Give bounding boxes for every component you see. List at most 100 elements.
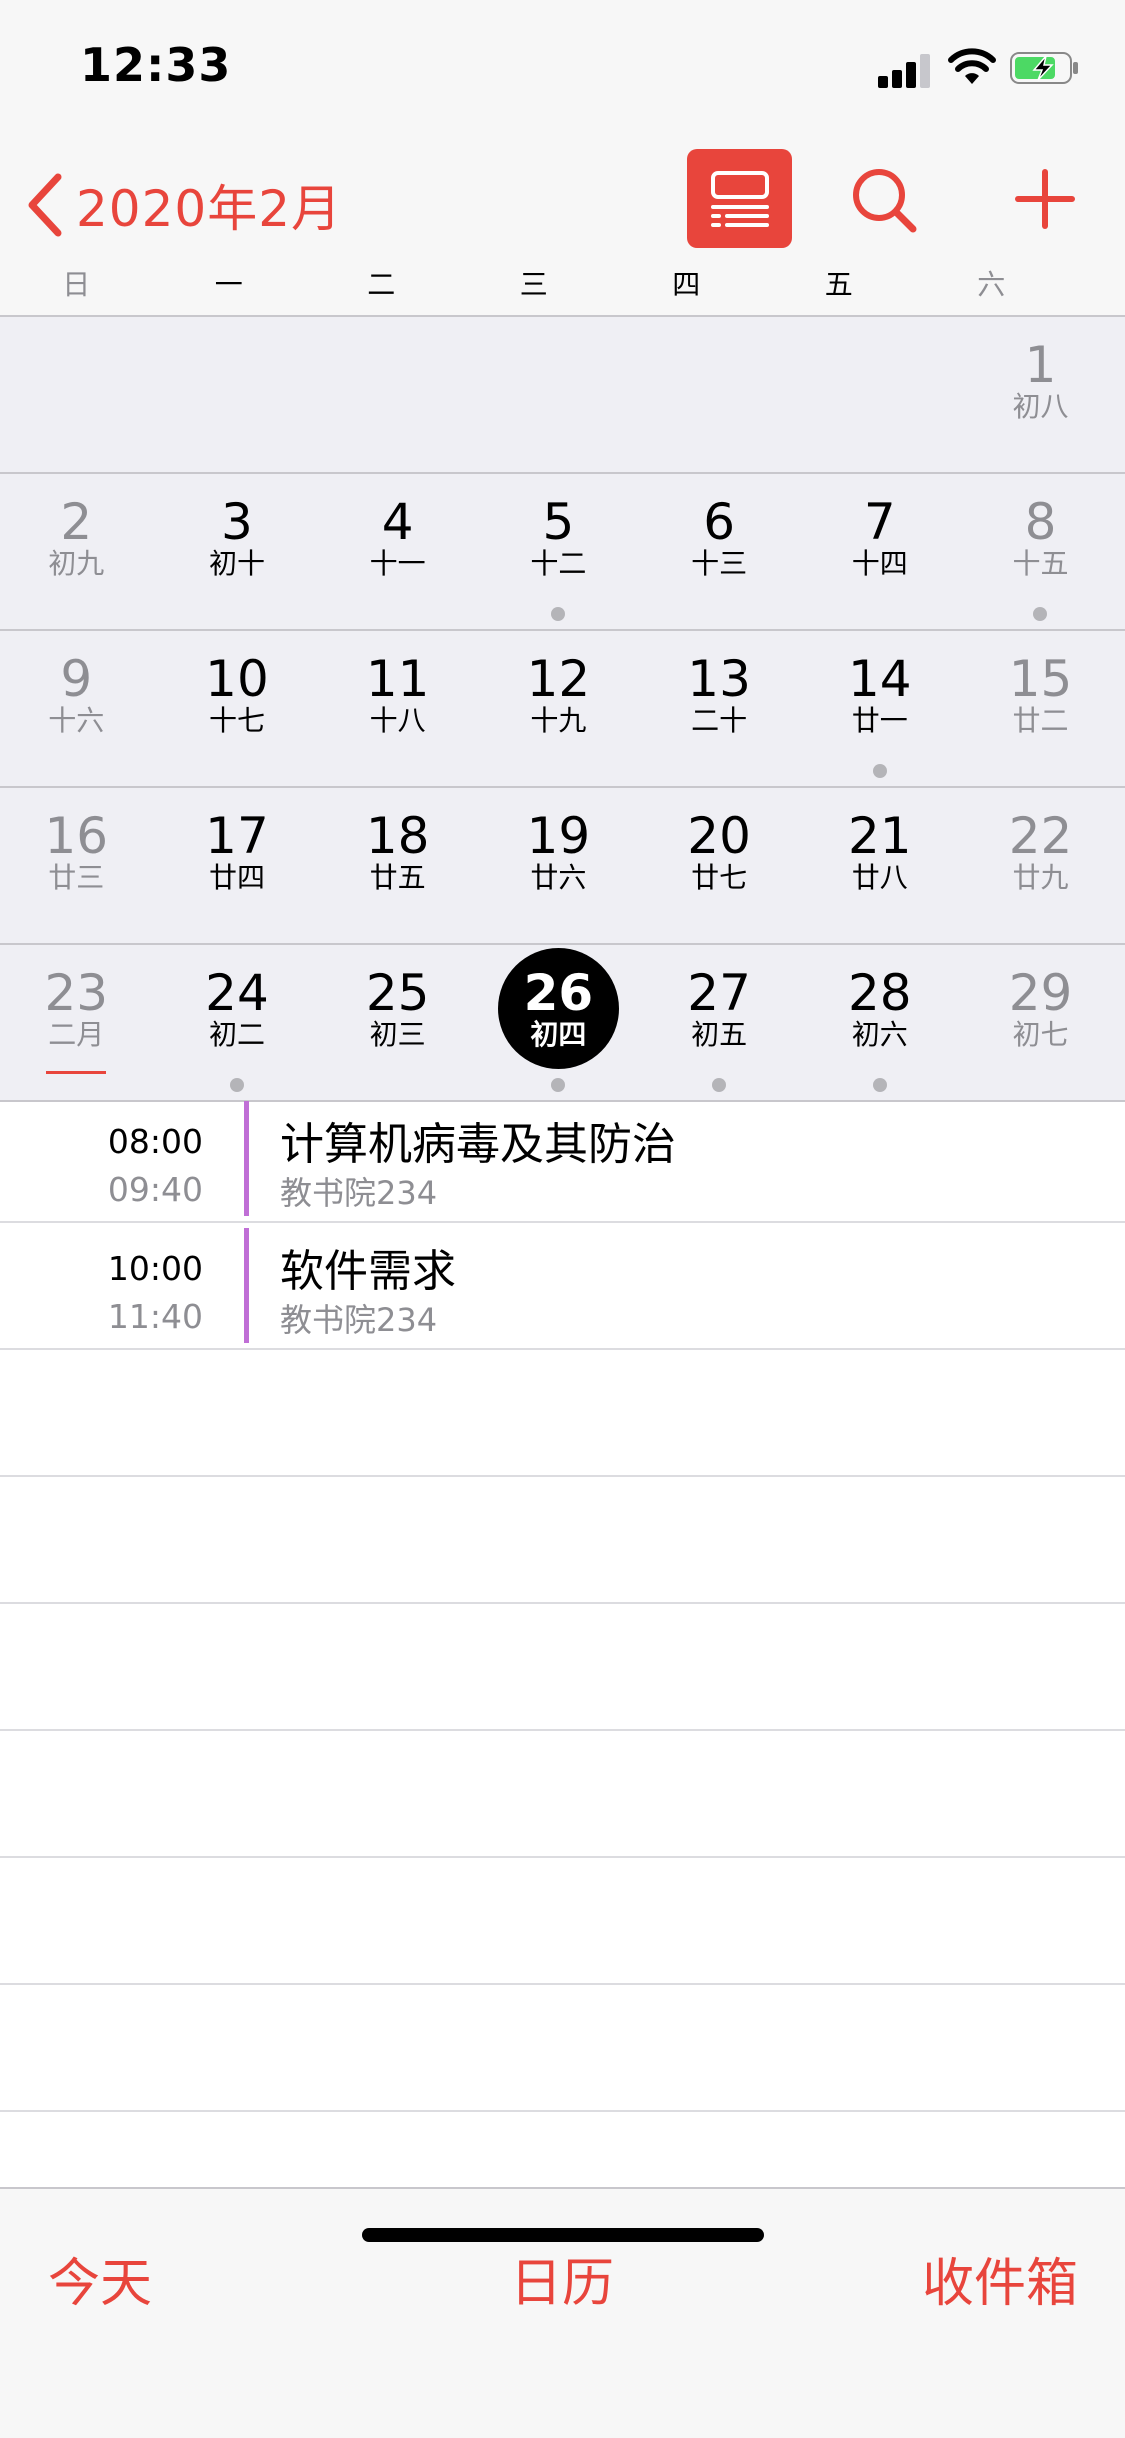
day-cell[interactable]: 25 初三: [321, 945, 474, 1100]
day-cell[interactable]: 3 初十: [161, 474, 314, 629]
day-cell[interactable]: 15 廿二: [964, 631, 1117, 786]
weekday-label: 日: [62, 268, 91, 301]
lunar-date: 初六: [851, 1018, 908, 1051]
day-number: 29: [1008, 964, 1073, 1022]
day-number: 17: [205, 807, 269, 865]
day-cell[interactable]: 6 十三: [643, 474, 796, 629]
event-location: 教书院234: [280, 1301, 438, 1339]
day-cell[interactable]: 14 廿一: [804, 631, 957, 786]
week-row: 2 初九 3 初十 4 十一 5 十二 6 十三 7 十四 8 十五: [0, 474, 1125, 631]
day-number: 25: [365, 964, 430, 1022]
day-number: 12: [526, 650, 591, 708]
lunar-date: 廿九: [1012, 861, 1069, 894]
lunar-month-underline: [46, 1071, 106, 1074]
lunar-date: 十四: [851, 547, 908, 580]
add-event-button[interactable]: [1010, 160, 1080, 240]
day-cell[interactable]: 5 十二: [482, 474, 635, 629]
lunar-date: 廿八: [851, 861, 908, 894]
weekday-label: 四: [672, 268, 701, 301]
lunar-date: 初十: [208, 547, 265, 580]
tab-bar: 今天 日历 收件箱: [0, 2187, 1125, 2438]
day-number: 1: [1024, 336, 1057, 394]
day-number: 28: [848, 964, 912, 1022]
day-cell-selected[interactable]: 26 初四: [482, 945, 635, 1100]
event-row[interactable]: 08:00 09:40 计算机病毒及其防治 教书院234: [0, 1096, 1125, 1223]
day-cell[interactable]: 7 十四: [804, 474, 957, 629]
today-button[interactable]: 今天: [48, 2241, 152, 2316]
day-cell[interactable]: 18 廿五: [321, 788, 474, 943]
day-cell[interactable]: 8 十五: [964, 474, 1117, 629]
day-number: 11: [365, 650, 430, 708]
lunar-date: 十五: [1012, 547, 1069, 580]
event-location: 教书院234: [280, 1174, 438, 1212]
calendar-color-bar: [244, 1101, 249, 1216]
event-row[interactable]: 10:00 11:40 软件需求 教书院234: [0, 1223, 1125, 1350]
day-cell[interactable]: 22 廿九: [964, 788, 1117, 943]
day-cell[interactable]: 16 廿三: [0, 788, 153, 943]
day-number: 21: [848, 807, 912, 865]
empty-row: [0, 1604, 1125, 1731]
event-title: 计算机病毒及其防治: [280, 1119, 676, 1170]
day-number: 7: [863, 493, 896, 551]
day-cell[interactable]: 29 初七: [964, 945, 1117, 1100]
day-cell[interactable]: 28 初六: [804, 945, 957, 1100]
event-end-time: 09:40: [107, 1170, 203, 1209]
month-grid: 1 初八 2 初九 3 初十 4 十一 5 十二 6 十三 7 十四 8 十五 9 十六 10 十七 11 十八 12 十九 1…: [0, 317, 1125, 1102]
lunar-date: 初七: [1012, 1018, 1069, 1051]
day-number: 6: [703, 493, 735, 551]
day-cell[interactable]: 4 十一: [321, 474, 474, 629]
lunar-date: 初四: [530, 1018, 587, 1051]
day-cell[interactable]: 27 初五: [643, 945, 796, 1100]
empty-row: [0, 1858, 1125, 1985]
day-number: 15: [1008, 650, 1073, 708]
inbox-button[interactable]: 收件箱: [922, 2241, 1078, 2316]
home-indicator: [362, 2228, 764, 2242]
lunar-date: 廿四: [208, 861, 265, 894]
lunar-date: 十二: [530, 547, 587, 580]
day-number: 10: [205, 650, 269, 708]
day-cell[interactable]: 19 廿六: [482, 788, 635, 943]
calendar-color-bar: [244, 1228, 249, 1343]
list-view-button[interactable]: [687, 149, 792, 248]
event-indicator-dot: [551, 607, 566, 621]
status-time: 12:33: [80, 38, 232, 92]
month-title: 2020年2月: [76, 180, 343, 238]
lunar-date: 初五: [691, 1018, 748, 1051]
calendars-button[interactable]: 日历: [510, 2241, 614, 2316]
chevron-left-icon: [28, 173, 62, 237]
lunar-date: 初九: [48, 547, 105, 580]
day-cell[interactable]: 13 二十: [643, 631, 796, 786]
back-to-year-button[interactable]: 2020年2月: [24, 165, 342, 245]
week-row: 16 廿三 17 廿四 18 廿五 19 廿六 20 廿七 21 廿八 22 廿九: [0, 788, 1125, 945]
weekday-label: 五: [824, 268, 853, 301]
day-cell[interactable]: 9 十六: [0, 631, 153, 786]
week-row: 9 十六 10 十七 11 十八 12 十九 13 二十 14 廿一 15 廿二: [0, 631, 1125, 788]
lunar-date: 初八: [1012, 390, 1069, 423]
event-indicator-dot: [229, 1078, 244, 1092]
status-bar: 12:33: [0, 0, 1125, 140]
day-number: 27: [687, 964, 751, 1022]
event-indicator-dot: [551, 1078, 566, 1092]
day-cell[interactable]: 11 十八: [321, 631, 474, 786]
weekday-label: 三: [519, 268, 548, 301]
day-cell[interactable]: 24 初二: [161, 945, 314, 1100]
day-number: 13: [687, 650, 751, 708]
day-cell[interactable]: 10 十七: [161, 631, 314, 786]
lunar-date: 十七: [208, 704, 265, 737]
lunar-date: 廿一: [851, 704, 908, 737]
day-cell[interactable]: 1 初八: [964, 317, 1117, 472]
search-button[interactable]: [850, 160, 920, 240]
day-cell[interactable]: 21 廿八: [804, 788, 957, 943]
search-icon: [853, 169, 917, 233]
day-number: 8: [1024, 493, 1057, 551]
day-number: 19: [526, 807, 591, 865]
day-cell[interactable]: 17 廿四: [161, 788, 314, 943]
day-cell[interactable]: 20 廿七: [643, 788, 796, 943]
day-number: 4: [381, 493, 414, 551]
day-cell[interactable]: 23 二月: [0, 945, 153, 1100]
day-cell[interactable]: 12 十九: [482, 631, 635, 786]
lunar-date: 廿二: [1012, 704, 1069, 737]
event-start-time: 10:00: [107, 1249, 203, 1288]
day-cell[interactable]: 2 初九: [0, 474, 153, 629]
event-list: 08:00 09:40 计算机病毒及其防治 教书院234 10:00 11:40…: [0, 1096, 1125, 2239]
